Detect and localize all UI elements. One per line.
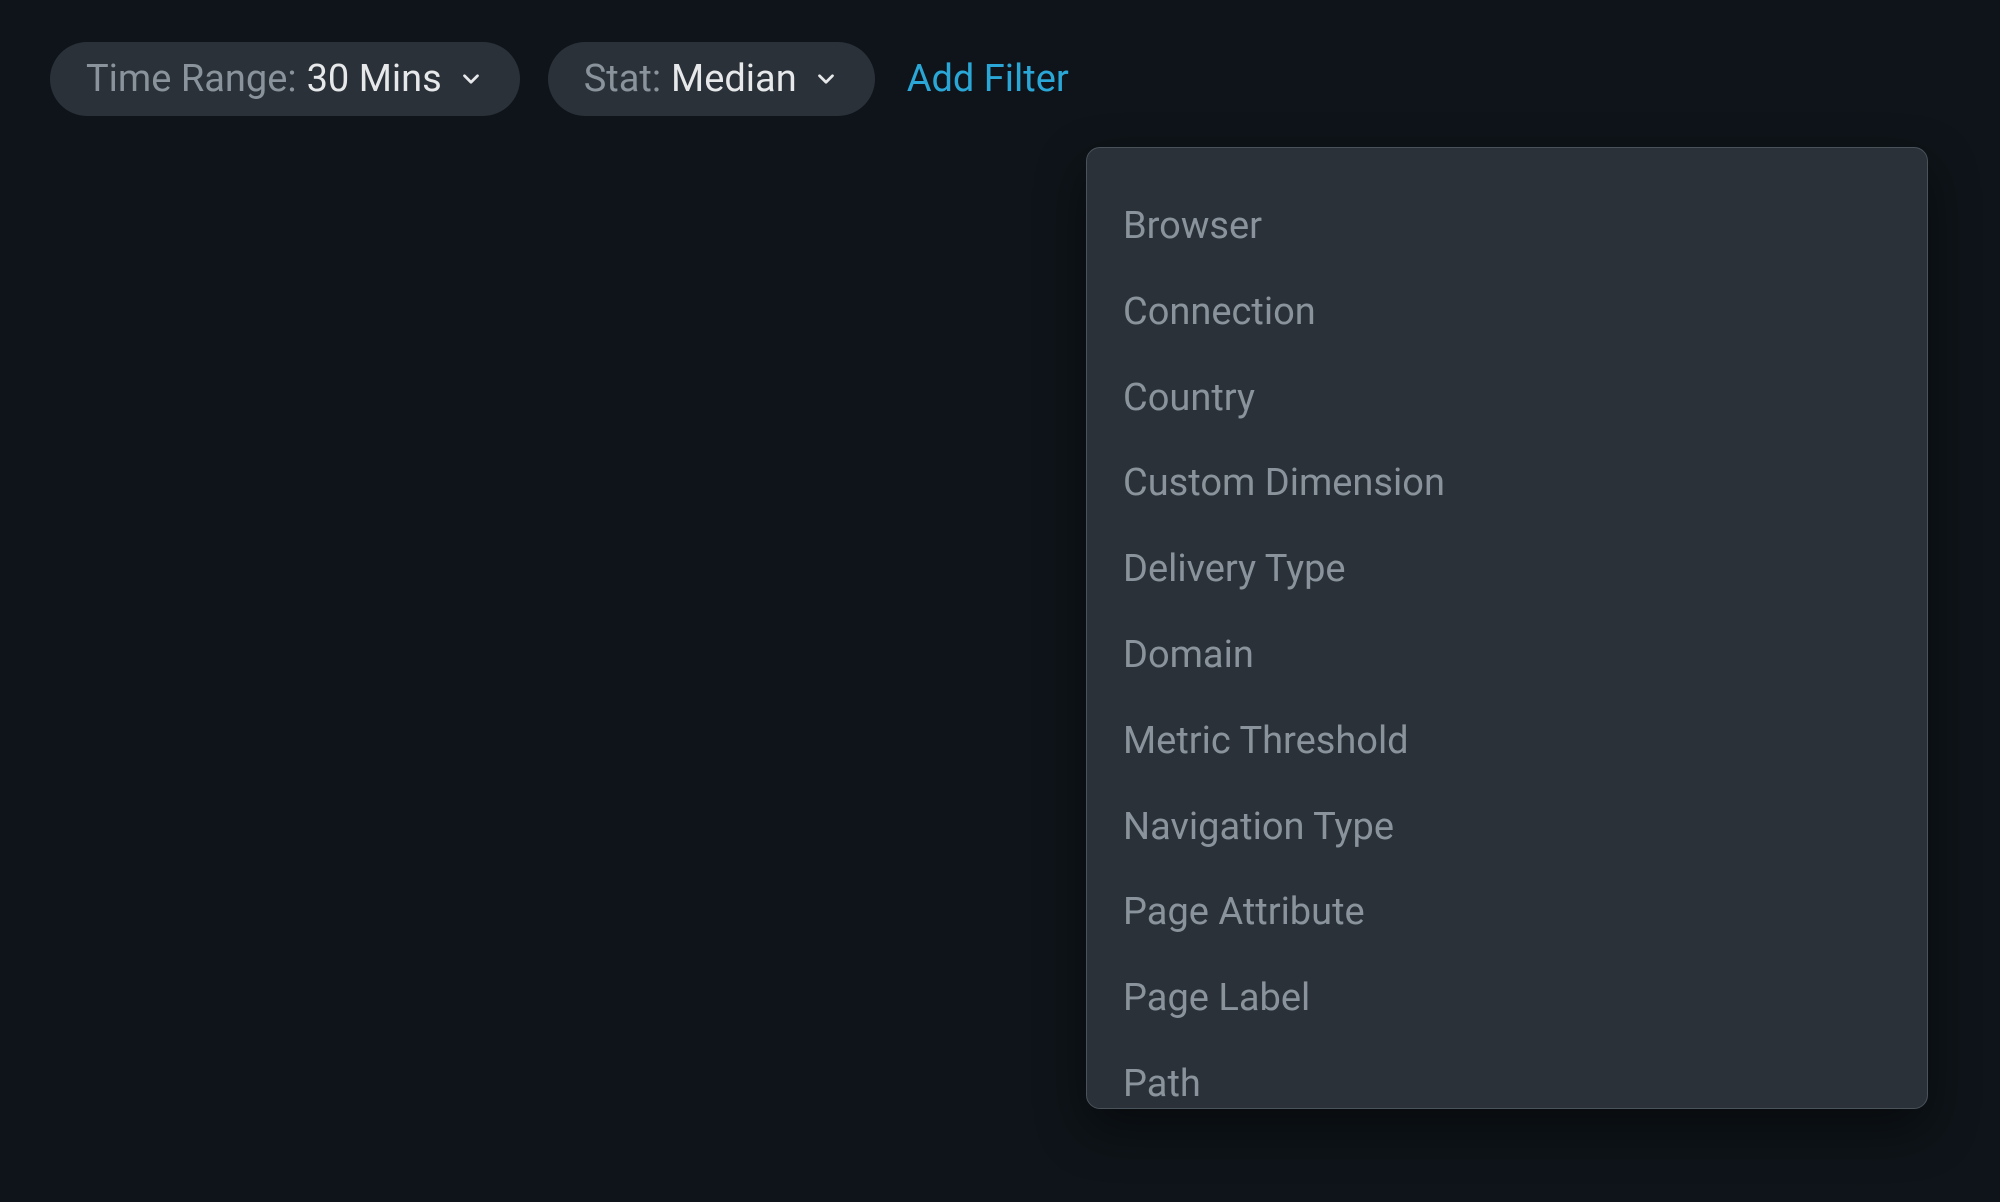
filter-option[interactable]: Navigation Type (1123, 785, 1897, 871)
filter-option[interactable]: Path (1123, 1042, 1897, 1108)
filter-option[interactable]: Country (1123, 356, 1897, 442)
filter-option[interactable]: Page Attribute (1123, 870, 1897, 956)
filter-option[interactable]: Delivery Type (1123, 527, 1897, 613)
time-range-label: Time Range: (86, 60, 297, 98)
add-filter-button[interactable]: Add Filter (903, 47, 1073, 111)
filter-option[interactable]: Metric Threshold (1123, 699, 1897, 785)
filter-option[interactable]: Connection (1123, 270, 1897, 356)
time-range-dropdown[interactable]: Time Range: 30 Mins (50, 42, 520, 116)
stat-value: Median (671, 60, 797, 98)
stat-dropdown[interactable]: Stat: Median (548, 42, 875, 116)
add-filter-dropdown-panel: BrowserConnectionCountryCustom Dimension… (1086, 147, 1928, 1109)
chevron-down-icon (813, 66, 839, 92)
filter-option[interactable]: Custom Dimension (1123, 441, 1897, 527)
filter-toolbar: Time Range: 30 Mins Stat: Median Add Fil… (0, 0, 2000, 158)
chevron-down-icon (458, 66, 484, 92)
time-range-value: 30 Mins (307, 60, 442, 98)
filter-option[interactable]: Page Label (1123, 956, 1897, 1042)
filter-option[interactable]: Browser (1123, 184, 1897, 270)
filter-options-list[interactable]: BrowserConnectionCountryCustom Dimension… (1087, 184, 1927, 1108)
filter-option[interactable]: Domain (1123, 613, 1897, 699)
stat-label: Stat: (584, 60, 661, 98)
